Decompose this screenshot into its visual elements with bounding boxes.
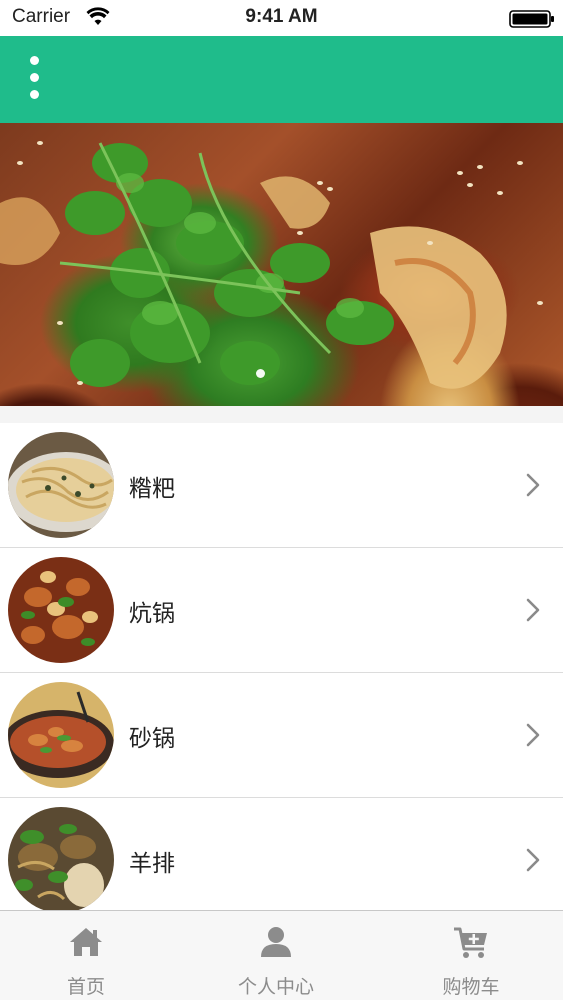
- battery-icon: [509, 10, 554, 28]
- tab-home-label: 首页: [66, 976, 105, 998]
- clock: 9:41 AM: [245, 6, 318, 27]
- list-item[interactable]: 糌粑: [0, 423, 563, 548]
- lamb-ribs-photo: [8, 807, 114, 913]
- tab-cart[interactable]: 购物车: [391, 911, 551, 1000]
- home-icon: [70, 928, 102, 956]
- nav-bar: [0, 36, 563, 123]
- carousel-page-dot[interactable]: [256, 369, 265, 378]
- banner-carousel[interactable]: [0, 123, 563, 406]
- chevron-right-icon: [526, 848, 540, 872]
- tab-profile-label: 个人中心: [237, 976, 314, 998]
- cart-add-icon: [454, 927, 487, 958]
- food-list: 糌粑 炕锅 砂锅 羊排: [0, 423, 563, 913]
- tab-profile[interactable]: 个人中心: [196, 911, 356, 1000]
- tab-cart-label: 购物车: [442, 976, 500, 998]
- status-bar: Carrier 9:41 AM: [0, 0, 563, 36]
- tab-home[interactable]: 首页: [6, 911, 166, 1000]
- banner-food-image: [0, 141, 543, 389]
- tab-bar: 首页 个人中心 购物车: [0, 910, 563, 1000]
- list-item-label: 砂锅: [129, 726, 175, 752]
- chevron-right-icon: [526, 473, 540, 497]
- more-vertical-icon[interactable]: [22, 56, 46, 102]
- list-item[interactable]: 砂锅: [0, 673, 563, 798]
- clay-pot-soup-photo: [8, 682, 114, 788]
- chevron-right-icon: [526, 723, 540, 747]
- list-item-label: 羊排: [129, 851, 175, 877]
- list-item[interactable]: 炕锅: [0, 548, 563, 673]
- list-item[interactable]: 羊排: [0, 798, 563, 913]
- user-icon: [261, 927, 291, 957]
- noodles-in-bowl-photo: [8, 432, 114, 538]
- list-item-label: 糌粑: [129, 476, 175, 502]
- list-item-label: 炕锅: [129, 601, 175, 627]
- dry-pot-dish-photo: [8, 557, 114, 663]
- chevron-right-icon: [526, 598, 540, 622]
